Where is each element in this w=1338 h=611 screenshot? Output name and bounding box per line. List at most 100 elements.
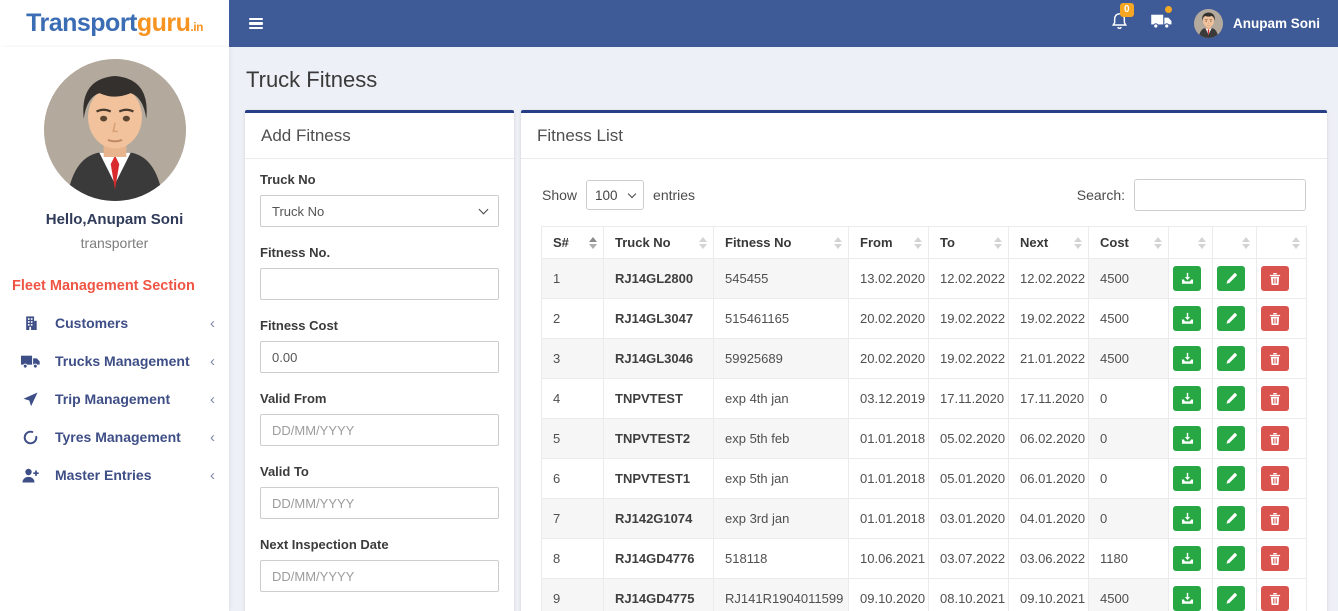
download-icon [1181, 432, 1193, 444]
cell-to: 05.02.2020 [928, 418, 1009, 459]
page-length-select[interactable]: 100 [586, 180, 645, 210]
fitness-table: S# Truck No Fitness No From To Next Cost [541, 226, 1307, 611]
cell-truck-no: TNPVTEST2 [603, 418, 714, 459]
cell-next: 19.02.2022 [1008, 298, 1089, 339]
sidebar-item-trucks-management[interactable]: Trucks Management ‹ [0, 342, 229, 380]
edit-button[interactable] [1217, 306, 1245, 331]
delete-button[interactable] [1261, 506, 1289, 531]
main-content: Truck Fitness Add Fitness Truck No Truck… [229, 47, 1338, 611]
delete-button[interactable] [1261, 466, 1289, 491]
edit-button[interactable] [1217, 386, 1245, 411]
edit-button[interactable] [1217, 546, 1245, 571]
edit-button[interactable] [1217, 346, 1245, 371]
download-button[interactable] [1173, 466, 1201, 491]
download-button[interactable] [1173, 546, 1201, 571]
column-header-fitness-no[interactable]: Fitness No [713, 226, 849, 259]
edit-button[interactable] [1217, 426, 1245, 451]
table-row: 5 TNPVTEST2 exp 5th feb 01.01.2018 05.02… [541, 418, 1307, 459]
delete-button[interactable] [1261, 546, 1289, 571]
fitness-cost-input[interactable] [260, 341, 499, 373]
table-header-row: S# Truck No Fitness No From To Next Cost [541, 226, 1307, 259]
pencil-icon [1226, 313, 1237, 324]
download-button[interactable] [1173, 306, 1201, 331]
next-inspection-date-input[interactable] [260, 560, 499, 592]
fitness-no-input[interactable] [260, 268, 499, 300]
sidebar-item-master-entries[interactable]: Master Entries ‹ [0, 456, 229, 494]
trash-icon [1269, 472, 1281, 485]
column-header-from[interactable]: From [848, 226, 929, 259]
column-header-sno[interactable]: S# [541, 226, 604, 259]
search-input[interactable] [1134, 179, 1306, 211]
download-button[interactable] [1173, 386, 1201, 411]
fitness-cost-label: Fitness Cost [260, 318, 339, 333]
cell-fitness-no: 545455 [713, 258, 849, 299]
download-icon [1181, 392, 1193, 404]
cell-to: 12.02.2022 [928, 258, 1009, 299]
column-header-cost[interactable]: Cost [1088, 226, 1169, 259]
column-header-delete[interactable] [1256, 226, 1307, 259]
user-menu[interactable]: Anupam Soni [1194, 9, 1320, 38]
cell-sno: 7 [541, 498, 604, 539]
pencil-icon [1226, 553, 1237, 564]
sort-icon [834, 236, 842, 249]
edit-button[interactable] [1217, 466, 1245, 491]
table-row: 3 RJ14GL3046 59925689 20.02.2020 19.02.2… [541, 338, 1307, 379]
cell-fitness-no: exp 5th jan [713, 458, 849, 499]
sidebar-item-trip-management[interactable]: Trip Management ‹ [0, 380, 229, 418]
download-icon [1181, 272, 1193, 284]
pencil-icon [1226, 593, 1237, 604]
delete-button[interactable] [1261, 426, 1289, 451]
trash-icon [1269, 392, 1281, 405]
cell-next: 21.01.2022 [1008, 338, 1089, 379]
valid-to-input[interactable] [260, 487, 499, 519]
cell-from: 09.10.2020 [848, 578, 929, 611]
truck-alert-dot-badge [1165, 6, 1172, 13]
download-icon [1181, 552, 1193, 564]
sort-icon [1242, 236, 1250, 249]
cell-to: 03.07.2022 [928, 538, 1009, 579]
delete-button[interactable] [1261, 266, 1289, 291]
download-button[interactable] [1173, 586, 1201, 611]
column-header-next[interactable]: Next [1008, 226, 1089, 259]
delete-button[interactable] [1261, 346, 1289, 371]
edit-button[interactable] [1217, 266, 1245, 291]
user-role: transporter [80, 235, 149, 251]
brand-logo[interactable]: Transportguru.in [0, 0, 229, 47]
edit-button[interactable] [1217, 506, 1245, 531]
notifications-bell[interactable]: 0 [1110, 3, 1134, 36]
user-greeting: Hello,Anupam Soni [45, 211, 184, 228]
column-header-to[interactable]: To [928, 226, 1009, 259]
download-icon [1181, 352, 1193, 364]
cell-fitness-no: 518118 [713, 538, 849, 579]
trash-icon [1269, 432, 1281, 445]
delete-button[interactable] [1261, 306, 1289, 331]
column-header-truck-no[interactable]: Truck No [603, 226, 714, 259]
sidebar-toggle-menu-icon[interactable] [247, 14, 265, 33]
pencil-icon [1226, 473, 1237, 484]
trash-icon [1269, 552, 1281, 565]
sort-icon [1074, 236, 1082, 249]
tyre-circle-icon [21, 430, 40, 445]
download-button[interactable] [1173, 346, 1201, 371]
sidebar-item-customers[interactable]: Customers ‹ [0, 304, 229, 342]
download-button[interactable] [1173, 426, 1201, 451]
cell-fitness-no: exp 5th feb [713, 418, 849, 459]
table-row: 7 RJ142G1074 exp 3rd jan 01.01.2018 03.0… [541, 498, 1307, 539]
cell-from: 20.02.2020 [848, 298, 929, 339]
download-button[interactable] [1173, 506, 1201, 531]
delete-button[interactable] [1261, 386, 1289, 411]
valid-from-input[interactable] [260, 414, 499, 446]
column-header-edit[interactable] [1212, 226, 1257, 259]
add-fitness-panel: Add Fitness Truck No Truck No Fitness No… [245, 110, 514, 611]
add-fitness-title: Add Fitness [245, 113, 514, 159]
truck-alerts[interactable] [1151, 6, 1172, 34]
download-button[interactable] [1173, 266, 1201, 291]
edit-button[interactable] [1217, 586, 1245, 611]
truck-no-select[interactable]: Truck No [260, 195, 499, 227]
column-header-download[interactable] [1168, 226, 1213, 259]
cell-from: 01.01.2018 [848, 458, 929, 499]
sidebar-item-tyres-management[interactable]: Tyres Management ‹ [0, 418, 229, 456]
cell-sno: 1 [541, 258, 604, 299]
delete-button[interactable] [1261, 586, 1289, 611]
chevron-left-icon: ‹ [210, 428, 215, 446]
